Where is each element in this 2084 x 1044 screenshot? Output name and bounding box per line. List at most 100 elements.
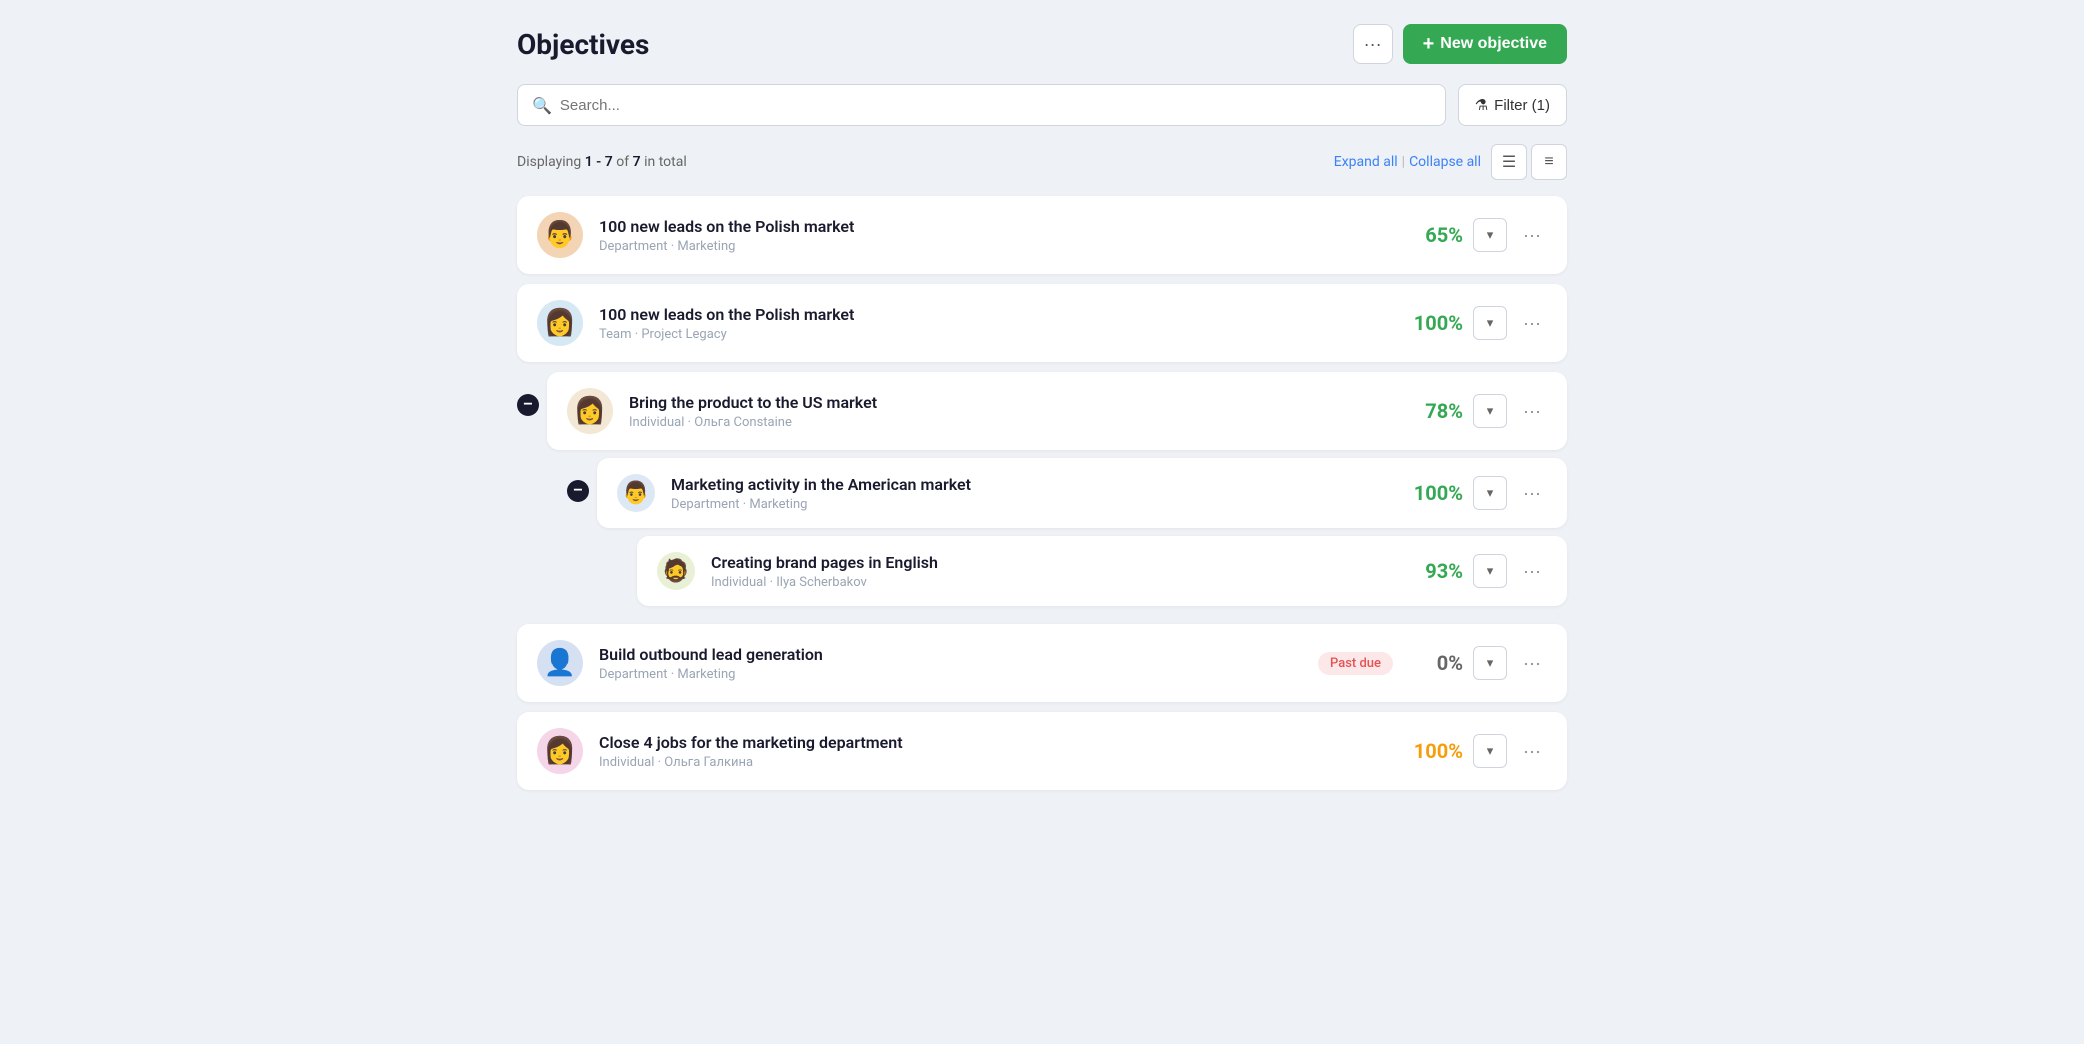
page-header: Objectives ··· + New objective bbox=[517, 24, 1567, 64]
avatar: 👨 bbox=[537, 212, 583, 258]
collapse-icon: − bbox=[523, 397, 532, 413]
display-info-row: Displaying 1 - 7 of 7 in total Expand al… bbox=[517, 144, 1567, 180]
objective-percent: 100% bbox=[1403, 311, 1463, 335]
collapse-button[interactable]: − bbox=[567, 480, 589, 502]
filter-label: Filter (1) bbox=[1494, 97, 1550, 114]
objective-percent: 100% bbox=[1403, 481, 1463, 505]
collapse-all-link[interactable]: Collapse all bbox=[1409, 154, 1481, 170]
objective-right: 93% ▾ ··· bbox=[1403, 554, 1547, 588]
header-actions: ··· + New objective bbox=[1353, 24, 1567, 64]
dropdown-button[interactable]: ▾ bbox=[1473, 394, 1507, 428]
dots-icon: ··· bbox=[1523, 483, 1541, 504]
avatar: 🧔 bbox=[657, 552, 695, 590]
objective-right: 100% ▾ ··· bbox=[1403, 734, 1547, 768]
objective-title: Close 4 jobs for the marketing departmen… bbox=[599, 733, 1387, 752]
filter-button[interactable]: ⚗ Filter (1) bbox=[1458, 84, 1567, 126]
child-level-2: 🧔 Creating brand pages in English Indivi… bbox=[597, 536, 1567, 606]
objective-group: − 👩 Bring the product to the US market I… bbox=[517, 372, 1567, 614]
more-button[interactable]: ··· bbox=[1517, 557, 1547, 586]
display-range: 1 - 7 bbox=[585, 154, 613, 170]
chevron-down-icon: ▾ bbox=[1487, 743, 1494, 759]
chevron-down-icon: ▾ bbox=[1487, 315, 1494, 331]
dots-icon: ··· bbox=[1523, 313, 1541, 334]
display-of: of bbox=[616, 154, 629, 170]
view-compact-button[interactable]: ≡ bbox=[1531, 144, 1567, 180]
dropdown-button[interactable]: ▾ bbox=[1473, 476, 1507, 510]
objective-title: Bring the product to the US market bbox=[629, 393, 1387, 412]
objective-card: 👤 Build outbound lead generation Departm… bbox=[517, 624, 1567, 702]
objective-card: 👨 100 new leads on the Polish market Dep… bbox=[517, 196, 1567, 274]
separator: | bbox=[1402, 154, 1405, 170]
objective-right: 100% ▾ ··· bbox=[1403, 476, 1547, 510]
chevron-down-icon: ▾ bbox=[1487, 403, 1494, 419]
avatar: 👨 bbox=[617, 474, 655, 512]
more-button[interactable]: ··· bbox=[1517, 649, 1547, 678]
objective-card: 👩 Bring the product to the US market Ind… bbox=[547, 372, 1567, 450]
objective-percent: 93% bbox=[1403, 559, 1463, 583]
dropdown-button[interactable]: ▾ bbox=[1473, 218, 1507, 252]
display-right: Expand all | Collapse all ☰ ≡ bbox=[1334, 144, 1567, 180]
expand-all-link[interactable]: Expand all bbox=[1334, 154, 1398, 170]
search-filter-row: 🔍 ⚗ Filter (1) bbox=[517, 84, 1567, 126]
objective-subtitle: Department · Marketing bbox=[599, 239, 1387, 254]
objective-card: 👩 100 new leads on the Polish market Tea… bbox=[517, 284, 1567, 362]
more-dots-icon: ··· bbox=[1364, 34, 1382, 55]
new-objective-label: New objective bbox=[1440, 35, 1547, 53]
view-toggle: ☰ ≡ bbox=[1491, 144, 1567, 180]
objective-subtitle: Team · Project Legacy bbox=[599, 327, 1387, 342]
objective-percent: 65% bbox=[1403, 223, 1463, 247]
more-button[interactable]: ··· bbox=[1517, 479, 1547, 508]
avatar: 👩 bbox=[537, 728, 583, 774]
avatar: 👩 bbox=[567, 388, 613, 434]
objective-title: Marketing activity in the American marke… bbox=[671, 475, 1387, 494]
objective-right: Past due 0% ▾ ··· bbox=[1318, 646, 1547, 680]
objective-card: 👩 Close 4 jobs for the marketing departm… bbox=[517, 712, 1567, 790]
objective-subtitle: Individual · Ольга Constaine bbox=[629, 415, 1387, 430]
more-button[interactable]: ··· bbox=[1517, 221, 1547, 250]
more-button[interactable]: ··· bbox=[1517, 737, 1547, 766]
collapse-button[interactable]: − bbox=[517, 394, 539, 416]
objective-subtitle: Individual · Ольга Галкина bbox=[599, 755, 1387, 770]
filter-icon: ⚗ bbox=[1475, 96, 1488, 114]
objective-percent: 0% bbox=[1403, 651, 1463, 675]
search-icon: 🔍 bbox=[532, 96, 552, 115]
objective-info: Marketing activity in the American marke… bbox=[671, 475, 1387, 512]
search-input[interactable] bbox=[560, 97, 1431, 114]
past-due-badge: Past due bbox=[1318, 652, 1393, 675]
chevron-down-icon: ▾ bbox=[1487, 563, 1494, 579]
objective-info: Creating brand pages in English Individu… bbox=[711, 553, 1387, 590]
objectives-list: 👨 100 new leads on the Polish market Dep… bbox=[517, 196, 1567, 800]
more-options-button[interactable]: ··· bbox=[1353, 24, 1393, 64]
objective-card: 👨 Marketing activity in the American mar… bbox=[597, 458, 1567, 528]
dropdown-button[interactable]: ▾ bbox=[1473, 554, 1507, 588]
new-objective-button[interactable]: + New objective bbox=[1403, 24, 1567, 64]
display-total: 7 bbox=[633, 154, 641, 170]
dropdown-button[interactable]: ▾ bbox=[1473, 734, 1507, 768]
more-button[interactable]: ··· bbox=[1517, 309, 1547, 338]
display-prefix: Displaying bbox=[517, 154, 581, 170]
objective-info: Build outbound lead generation Departmen… bbox=[599, 645, 1302, 682]
objective-title: 100 new leads on the Polish market bbox=[599, 217, 1387, 236]
plus-icon: + bbox=[1423, 34, 1435, 54]
view-list-button[interactable]: ☰ bbox=[1491, 144, 1527, 180]
objective-right: 78% ▾ ··· bbox=[1403, 394, 1547, 428]
compact-view-icon: ≡ bbox=[1544, 153, 1553, 171]
avatar: 👩 bbox=[537, 300, 583, 346]
objective-info: Bring the product to the US market Indiv… bbox=[629, 393, 1387, 430]
dots-icon: ··· bbox=[1523, 741, 1541, 762]
dots-icon: ··· bbox=[1523, 225, 1541, 246]
dots-icon: ··· bbox=[1523, 653, 1541, 674]
objective-title: Creating brand pages in English bbox=[711, 553, 1387, 572]
objective-title: Build outbound lead generation bbox=[599, 645, 1302, 664]
chevron-down-icon: ▾ bbox=[1487, 227, 1494, 243]
list-view-icon: ☰ bbox=[1502, 152, 1516, 172]
expand-collapse-links: Expand all | Collapse all bbox=[1334, 154, 1481, 170]
dropdown-button[interactable]: ▾ bbox=[1473, 306, 1507, 340]
objective-title: 100 new leads on the Polish market bbox=[599, 305, 1387, 324]
page-title: Objectives bbox=[517, 28, 649, 61]
search-box: 🔍 bbox=[517, 84, 1446, 126]
objective-percent: 78% bbox=[1403, 399, 1463, 423]
more-button[interactable]: ··· bbox=[1517, 397, 1547, 426]
dots-icon: ··· bbox=[1523, 401, 1541, 422]
dropdown-button[interactable]: ▾ bbox=[1473, 646, 1507, 680]
